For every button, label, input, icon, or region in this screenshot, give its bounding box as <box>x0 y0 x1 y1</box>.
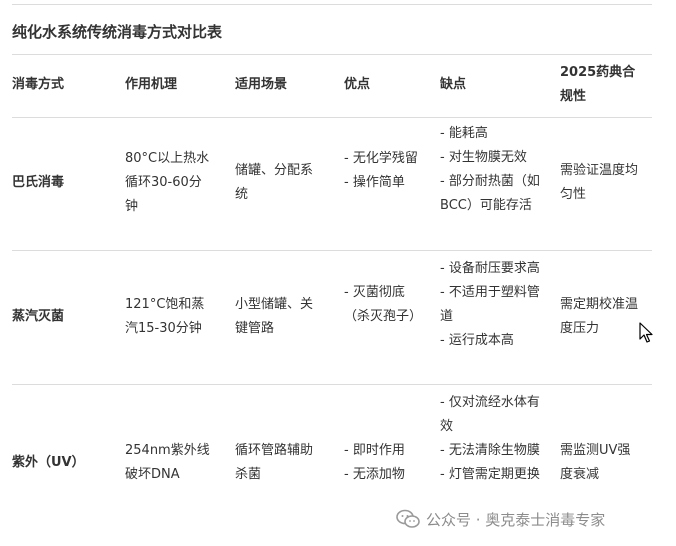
row-cons: - 能耗高 - 对生物膜无效 - 部分耐热菌（如BCC）可能存活 <box>440 122 542 218</box>
header-mechanism: 作用机理 <box>125 77 178 92</box>
row-divider <box>12 384 652 385</box>
row-scenario: 小型储罐、关键管路 <box>235 297 314 336</box>
row-divider <box>12 250 652 251</box>
header-scenario: 适用场景 <box>235 77 288 92</box>
row-method: 紫外（UV） <box>12 455 85 470</box>
cons-item: - 部分耐热菌（如BCC）可能存活 <box>440 174 540 213</box>
row-mechanism: 254nm紫外线破坏DNA <box>125 443 210 482</box>
row-method: 蒸汽灭菌 <box>12 309 65 324</box>
cons-item: - 运行成本高 <box>440 333 514 348</box>
header-top-border <box>12 54 652 55</box>
header-pros: 优点 <box>344 77 371 92</box>
watermark-text: 公众号 · 奥克泰士消毒专家 <box>426 510 606 529</box>
row-pros: - 灭菌彻底（杀灭孢子） <box>344 281 423 329</box>
row-mechanism: 80°C以上热水循环30-60分钟 <box>125 151 210 214</box>
table-title: 纯化水系统传统消毒方式对比表 <box>12 23 223 41</box>
cons-item: - 对生物膜无效 <box>440 150 527 165</box>
row-compliance: 需定期校准温度压力 <box>560 297 639 336</box>
row-method: 巴氏消毒 <box>12 175 65 190</box>
cons-item: - 灯管需定期更换 <box>440 467 540 482</box>
row-scenario: 循环管路辅助杀菌 <box>235 443 314 482</box>
cons-item: - 无法清除生物膜 <box>440 443 540 458</box>
row-cons: - 设备耐压要求高 - 不适用于塑料管道 - 运行成本高 <box>440 257 542 353</box>
row-cons: - 仅对流经水体有效 - 无法清除生物膜 - 灯管需定期更换 <box>440 391 542 487</box>
row-pros: - 无化学残留 - 操作简单 <box>344 147 420 195</box>
wechat-icon <box>396 509 420 528</box>
row-pros: - 即时作用 - 无添加物 <box>344 439 420 487</box>
cons-item: - 不适用于塑料管道 <box>440 285 540 324</box>
pros-item: - 操作简单 <box>344 175 405 190</box>
watermark: 公众号 · 奥克泰士消毒专家 <box>396 506 605 532</box>
header-compliance: 2025药典合规性 <box>560 65 636 104</box>
mouse-cursor-icon <box>639 322 653 343</box>
pros-item: - 无化学残留 <box>344 151 418 166</box>
pros-item: - 灭菌彻底（杀灭孢子） <box>344 285 423 324</box>
row-compliance: 需监测UV强度衰减 <box>560 443 631 482</box>
header-bottom-border <box>12 117 652 118</box>
cons-item: - 仅对流经水体有效 <box>440 395 540 434</box>
pros-item: - 即时作用 <box>344 443 405 458</box>
header-method: 消毒方式 <box>12 77 65 92</box>
cons-item: - 设备耐压要求高 <box>440 261 540 276</box>
cons-item: - 能耗高 <box>440 126 488 141</box>
row-scenario: 储罐、分配系统 <box>235 163 314 202</box>
row-mechanism: 121°C饱和蒸汽15-30分钟 <box>125 297 205 336</box>
header-cons: 缺点 <box>440 77 467 92</box>
row-compliance: 需验证温度均匀性 <box>560 163 639 202</box>
top-border <box>12 4 652 5</box>
pros-item: - 无添加物 <box>344 467 405 482</box>
